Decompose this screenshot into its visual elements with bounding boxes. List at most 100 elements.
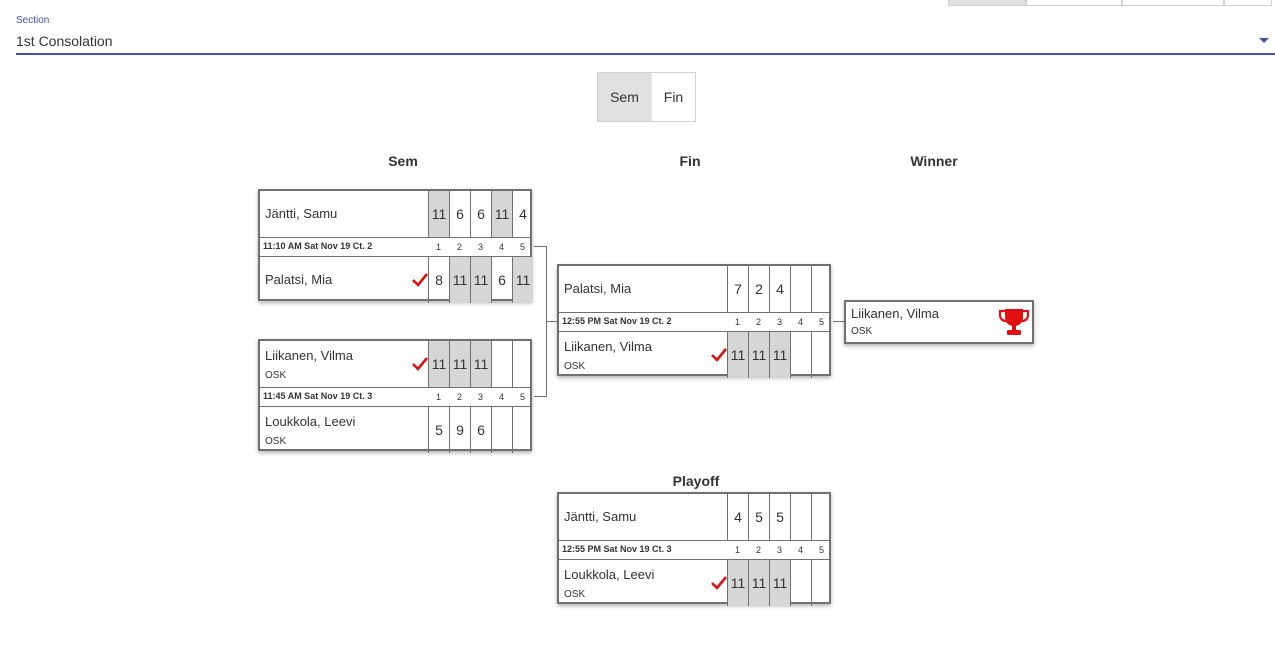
- game-number: 2: [456, 242, 462, 252]
- player-row[interactable]: Liikanen, Vilma OSK 11 11 11: [260, 341, 530, 387]
- winner-name: Liikanen, Vilma: [851, 306, 939, 321]
- game-score-cell: [491, 341, 512, 387]
- player-row[interactable]: Palatsi, Mia 8 11 11 6 11: [260, 257, 533, 303]
- player-row[interactable]: Jäntti, Samu 11 6 6 11 4: [260, 191, 530, 237]
- player-club: OSK: [265, 370, 287, 381]
- game-score-cell: 11: [727, 560, 748, 606]
- game-number: 3: [477, 392, 483, 402]
- game-score-cell: [790, 266, 811, 312]
- game-score-cell: 4: [727, 494, 748, 540]
- match-box-sem2[interactable]: Liikanen, Vilma OSK 11 11 11 11:45 AM Sat Nov…: [258, 339, 532, 453]
- column-heading-sem: Sem: [388, 153, 418, 169]
- match-time: 12:55 PM Sat Nov 19 Ct. 2: [562, 316, 672, 326]
- player-name: Jäntti, Samu: [564, 509, 637, 524]
- game-number: 5: [818, 317, 824, 327]
- player-row[interactable]: Loukkola, Leevi OSK 11 11 11: [559, 560, 829, 606]
- top-tab-1[interactable]: [948, 0, 1026, 6]
- game-number: 4: [498, 392, 504, 402]
- game-number: 2: [755, 317, 761, 327]
- game-score-cell: [811, 332, 832, 378]
- match-info-row: 11:10 AM Sat Nov 19 Ct. 2 1 2 3 4 5: [260, 237, 530, 257]
- game-score-cell: [512, 341, 533, 387]
- checkmark-icon: [711, 348, 728, 362]
- game-number: 3: [776, 545, 782, 555]
- match-box-playoff[interactable]: Jäntti, Samu 4 5 5 12:55 PM Sat Nov 19 Ct. 3…: [557, 492, 831, 606]
- game-score-cell: [512, 407, 533, 453]
- bracket-connector: [534, 396, 546, 397]
- column-heading-winner: Winner: [910, 153, 958, 169]
- match-time: 11:10 AM Sat Nov 19 Ct. 2: [263, 241, 373, 251]
- game-number: 1: [435, 392, 441, 402]
- game-score-cell: 11: [491, 191, 512, 237]
- winner-box[interactable]: Liikanen, Vilma OSK: [844, 300, 1034, 344]
- game-score-cell: 11: [748, 332, 769, 378]
- player-info: Liikanen, Vilma OSK: [559, 332, 728, 378]
- game-score-cell: 11: [727, 332, 748, 378]
- score-cells: 11 11 11: [727, 560, 832, 606]
- top-tab-2[interactable]: [1026, 0, 1122, 6]
- player-row[interactable]: Jäntti, Samu 4 5 5: [559, 494, 829, 540]
- match-info-row: 12:55 PM Sat Nov 19 Ct. 2 1 2 3 4 5: [559, 312, 829, 332]
- round-button-fin[interactable]: Fin: [651, 73, 695, 121]
- player-info: Palatsi, Mia: [260, 257, 429, 303]
- player-info: Jäntti, Samu: [559, 494, 727, 540]
- game-score-cell: 11: [512, 257, 533, 303]
- game-number: 4: [498, 242, 504, 252]
- match-time: 11:45 AM Sat Nov 19 Ct. 3: [263, 391, 373, 401]
- game-numbers: 1 2 3 4 5: [428, 238, 533, 256]
- game-score-cell: 6: [470, 407, 491, 453]
- game-number: 1: [734, 545, 740, 555]
- game-score-cell: [790, 560, 811, 606]
- game-score-cell: 6: [470, 191, 491, 237]
- score-cells: 11 11 11: [727, 332, 832, 378]
- player-info: Palatsi, Mia: [559, 266, 727, 312]
- game-score-cell: [811, 494, 832, 540]
- match-info-row: 11:45 AM Sat Nov 19 Ct. 3 1 2 3 4 5: [260, 387, 530, 407]
- player-row[interactable]: Palatsi, Mia 7 2 4: [559, 266, 829, 312]
- game-score-cell: 11: [449, 341, 470, 387]
- player-club: OSK: [564, 589, 586, 600]
- game-number: 3: [776, 317, 782, 327]
- bracket-connector: [534, 246, 546, 247]
- player-row[interactable]: Loukkola, Leevi OSK 5 9 6: [260, 407, 530, 453]
- player-info: Jäntti, Samu: [260, 191, 428, 237]
- game-numbers: 1 2 3 4 5: [428, 388, 533, 406]
- match-box-sem1[interactable]: Jäntti, Samu 11 6 6 11 4 11:10 AM Sat Nov 19 C…: [258, 189, 533, 303]
- score-cells: 724: [727, 266, 832, 312]
- score-cells: 8 11 11 6 11: [428, 257, 533, 303]
- game-score-cell: 5: [769, 494, 790, 540]
- game-score-cell: 11: [470, 341, 491, 387]
- game-score-cell: 5: [428, 407, 449, 453]
- game-score-cell: 11: [769, 560, 790, 606]
- game-score-cell: 11: [748, 560, 769, 606]
- match-info-row: 12:55 PM Sat Nov 19 Ct. 3 1 2 3 4 5: [559, 540, 829, 560]
- section-value: 1st Consolation: [16, 33, 113, 49]
- top-tab-4[interactable]: [1224, 0, 1272, 6]
- round-button-sem[interactable]: Sem: [598, 73, 651, 121]
- player-name: Loukkola, Leevi: [564, 567, 655, 582]
- section-select[interactable]: Section 1st Consolation: [16, 12, 1275, 55]
- winner-club: OSK: [851, 326, 873, 337]
- game-score-cell: 8: [428, 257, 449, 303]
- game-score-cell: [811, 266, 832, 312]
- player-name: Liikanen, Vilma: [564, 339, 652, 354]
- player-info: Loukkola, Leevi OSK: [260, 407, 428, 453]
- game-number: 5: [818, 545, 824, 555]
- game-score-cell: 11: [449, 257, 470, 303]
- game-number: 4: [797, 317, 803, 327]
- section-label: Section: [16, 15, 50, 26]
- game-score-cell: 11: [470, 257, 491, 303]
- match-time: 12:55 PM Sat Nov 19 Ct. 3: [562, 544, 672, 554]
- column-heading-fin: Fin: [679, 153, 701, 169]
- round-toggle: Sem Fin: [597, 72, 696, 122]
- checkmark-icon: [412, 273, 429, 287]
- dropdown-arrow-icon[interactable]: [1259, 38, 1269, 43]
- game-numbers: 1 2 3 4 5: [727, 541, 832, 559]
- game-score-cell: [491, 407, 512, 453]
- match-box-final[interactable]: Palatsi, Mia 7 2 4 12:55 PM Sat Nov 19 Ct. 2…: [557, 264, 831, 378]
- player-row[interactable]: Liikanen, Vilma OSK 11 11 11: [559, 332, 829, 378]
- top-tab-3[interactable]: [1122, 0, 1224, 6]
- player-name: Liikanen, Vilma: [265, 348, 353, 363]
- player-club: OSK: [265, 436, 287, 447]
- game-number: 4: [797, 545, 803, 555]
